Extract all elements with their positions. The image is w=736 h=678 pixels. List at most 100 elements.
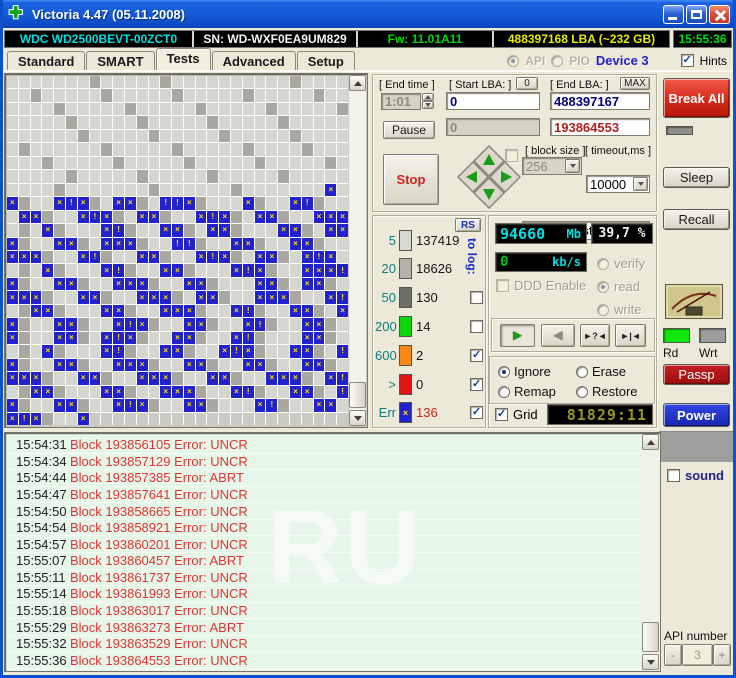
scan-align-button[interactable]: ►|◄ xyxy=(615,324,646,347)
maximize-button[interactable] xyxy=(686,5,707,24)
stop-button[interactable]: Stop xyxy=(383,154,439,205)
map-cell: × xyxy=(255,211,266,223)
map-cell: × xyxy=(302,278,313,290)
log-scrollbar[interactable] xyxy=(642,434,659,670)
to-log-checkbox[interactable] xyxy=(470,406,483,419)
chevron-down-icon[interactable] xyxy=(565,159,580,173)
scroll-down-icon[interactable] xyxy=(642,654,659,670)
map-scrollbar[interactable] xyxy=(349,75,366,426)
read-radio[interactable] xyxy=(597,281,609,293)
tab-tests[interactable]: Tests xyxy=(156,48,211,70)
verify-radio[interactable] xyxy=(597,258,609,270)
map-cell xyxy=(78,399,89,411)
map-cell xyxy=(172,157,183,169)
sleep-button[interactable]: Sleep xyxy=(663,167,730,188)
map-cell xyxy=(172,130,183,142)
map-cell: × xyxy=(125,197,136,209)
map-cell xyxy=(101,170,112,182)
end-lba-field[interactable]: 488397167 xyxy=(550,92,650,110)
ddd-checkbox[interactable] xyxy=(496,279,509,292)
map-cell xyxy=(90,157,101,169)
map-scroll-thumb[interactable] xyxy=(349,382,366,408)
api-plus-button[interactable]: + xyxy=(713,644,731,666)
minimize-button[interactable] xyxy=(663,5,684,24)
to-log-checkbox[interactable] xyxy=(470,349,483,362)
sound-checkbox[interactable] xyxy=(667,469,680,482)
map-cell xyxy=(219,291,230,303)
ignore-radio[interactable] xyxy=(498,366,510,378)
map-cell: ! xyxy=(125,399,136,411)
dpad-checkbox[interactable] xyxy=(505,149,518,162)
drive-serial: SN: WD-WXF0EA9UM829 xyxy=(194,31,358,47)
block-size-combo[interactable]: 256 xyxy=(522,157,582,175)
passp-button[interactable]: Passp xyxy=(663,364,730,385)
map-cell xyxy=(101,278,112,290)
log-scroll-thumb[interactable] xyxy=(642,622,659,652)
scroll-down-icon[interactable] xyxy=(349,410,366,426)
map-cell xyxy=(31,224,42,236)
power-button[interactable]: Power xyxy=(663,403,730,427)
hints-checkbox[interactable] xyxy=(681,54,694,67)
map-cell: × xyxy=(42,345,53,357)
chevron-down-icon[interactable] xyxy=(633,177,648,191)
timeout-combo[interactable]: 10000 xyxy=(586,175,650,193)
api-minus-button[interactable]: - xyxy=(664,644,682,666)
map-cell xyxy=(137,264,148,276)
map-cell: × xyxy=(101,305,112,317)
app-window: ✚ Victoria 4.47 (05.11.2008) WDC WD2500B… xyxy=(0,0,736,678)
start-lba-zero-button[interactable]: 0 xyxy=(516,77,538,90)
close-button[interactable] xyxy=(709,5,730,24)
scan-start-button[interactable]: ► xyxy=(500,324,535,347)
map-cell xyxy=(290,318,301,330)
end-time-field[interactable]: 1:01 xyxy=(381,93,421,110)
map-cell xyxy=(101,399,112,411)
sound-toggle: sound xyxy=(667,468,724,483)
map-cell xyxy=(314,413,325,425)
map-cell xyxy=(125,345,136,357)
write-radio[interactable] xyxy=(597,304,609,316)
speed-value: 0 xyxy=(496,254,508,270)
map-cell xyxy=(196,305,207,317)
map-cell: × xyxy=(7,251,18,263)
map-cell xyxy=(196,170,207,182)
recall-button[interactable]: Recall xyxy=(663,209,730,230)
map-cell xyxy=(266,224,277,236)
tab-advanced[interactable]: Advanced xyxy=(212,51,296,70)
log-time: 15:54:34 xyxy=(8,454,70,469)
grid-toggle: Grid xyxy=(495,407,538,422)
break-all-button[interactable]: Break All xyxy=(663,78,730,118)
tab-setup[interactable]: Setup xyxy=(297,51,355,70)
restore-radio[interactable] xyxy=(576,386,588,398)
map-cell xyxy=(149,197,160,209)
map-cell: ! xyxy=(113,224,124,236)
map-cell: × xyxy=(54,238,65,250)
to-log-checkbox[interactable] xyxy=(470,291,483,304)
map-cell xyxy=(160,359,171,371)
map-cell xyxy=(66,224,77,236)
panel-corner xyxy=(659,431,733,462)
tab-smart[interactable]: SMART xyxy=(86,51,154,70)
pio-radio[interactable] xyxy=(551,55,563,67)
map-cell xyxy=(266,264,277,276)
map-cell xyxy=(149,264,160,276)
scan-back-button[interactable]: ◄ xyxy=(541,324,575,347)
remap-radio[interactable] xyxy=(498,386,510,398)
start-lba-field[interactable]: 0 xyxy=(446,92,540,110)
map-cell xyxy=(90,318,101,330)
map-cell: ! xyxy=(207,211,218,223)
tab-standard[interactable]: Standard xyxy=(7,51,85,70)
pause-button[interactable]: Pause xyxy=(383,121,435,139)
map-cell: × xyxy=(302,238,313,250)
max-button[interactable]: MAX xyxy=(620,77,650,90)
scroll-up-icon[interactable] xyxy=(349,75,366,91)
api-radio[interactable] xyxy=(507,55,519,67)
to-log-checkbox[interactable] xyxy=(470,378,483,391)
scan-jump-button[interactable]: ►?◄ xyxy=(580,324,610,347)
to-log-checkbox[interactable] xyxy=(470,320,483,333)
grid-checkbox[interactable] xyxy=(495,408,508,421)
map-cell xyxy=(31,157,42,169)
drive-info-bar: WDC WD2500BEVT-00ZCT0 SN: WD-WXF0EA9UM82… xyxy=(4,30,670,48)
end-time-spinner[interactable] xyxy=(422,93,434,109)
erase-radio[interactable] xyxy=(576,366,588,378)
scroll-up-icon[interactable] xyxy=(642,434,659,450)
